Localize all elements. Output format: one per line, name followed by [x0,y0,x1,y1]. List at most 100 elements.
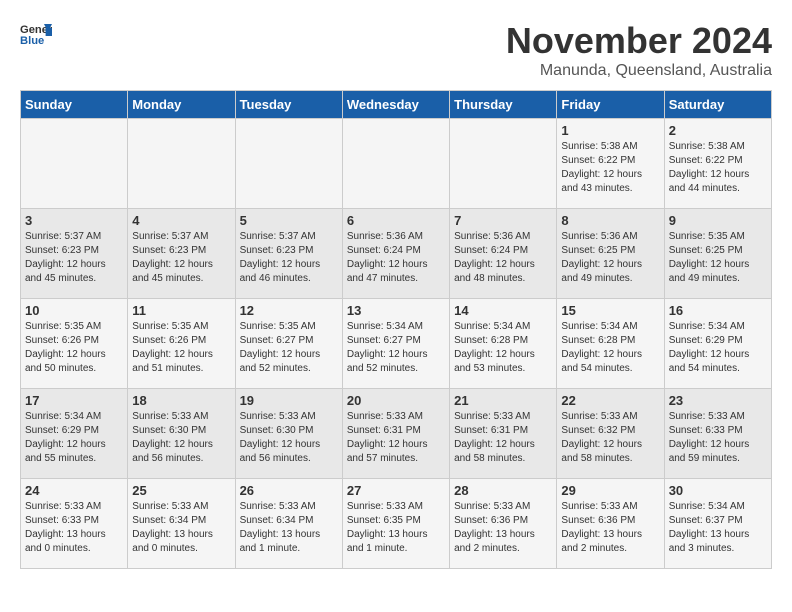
day-info: Sunrise: 5:38 AM Sunset: 6:22 PM Dayligh… [669,140,767,196]
day-info: Sunrise: 5:33 AM Sunset: 6:34 PM Dayligh… [132,500,230,556]
calendar-title-section: November 2024 Manunda, Queensland, Austr… [506,20,772,80]
calendar-day-cell: 9 Sunrise: 5:35 AM Sunset: 6:25 PM Daylig… [664,209,771,299]
calendar-day-cell: 29 Sunrise: 5:33 AM Sunset: 6:36 PM Dayli… [557,479,664,569]
calendar-day-cell: 19 Sunrise: 5:33 AM Sunset: 6:30 PM Dayli… [235,389,342,479]
calendar-day-cell: 22Sunrise: 5:33 AM Sunset: 6:32 PM Dayli… [557,389,664,479]
calendar-table: SundayMondayTuesdayWednesdayThursdayFrid… [20,90,772,569]
weekday-header-cell: Thursday [450,91,557,119]
calendar-day-cell: 15 Sunrise: 5:34 AM Sunset: 6:28 PM Dayli… [557,299,664,389]
day-info: Sunrise: 5:33 AM Sunset: 6:34 PM Dayligh… [240,500,338,556]
day-info: Sunrise: 5:37 AM Sunset: 6:23 PM Dayligh… [25,230,123,286]
weekday-header-cell: Sunday [21,91,128,119]
day-info: Sunrise: 5:34 AM Sunset: 6:29 PM Dayligh… [669,320,767,376]
day-number: 5 [240,213,338,228]
calendar-day-cell: 24 Sunrise: 5:33 AM Sunset: 6:33 PM Dayli… [21,479,128,569]
day-number: 4 [132,213,230,228]
day-number: 26 [240,483,338,498]
calendar-day-cell: 16Sunrise: 5:34 AM Sunset: 6:29 PM Dayli… [664,299,771,389]
day-info: Sunrise: 5:33 AM Sunset: 6:30 PM Dayligh… [132,410,230,466]
page-header: General Blue November 2024 Manunda, Quee… [20,20,772,80]
calendar-day-cell: 21 Sunrise: 5:33 AM Sunset: 6:31 PM Dayli… [450,389,557,479]
month-title: November 2024 [506,20,772,62]
day-number: 20 [347,393,445,408]
day-info: Sunrise: 5:37 AM Sunset: 6:23 PM Dayligh… [132,230,230,286]
calendar-day-cell: 28 Sunrise: 5:33 AM Sunset: 6:36 PM Dayli… [450,479,557,569]
calendar-day-cell: 14Sunrise: 5:34 AM Sunset: 6:28 PM Dayli… [450,299,557,389]
day-number: 22 [561,393,659,408]
calendar-day-cell: 7 Sunrise: 5:36 AM Sunset: 6:24 PM Daylig… [450,209,557,299]
day-number: 3 [25,213,123,228]
calendar-week-row: 17 Sunrise: 5:34 AM Sunset: 6:29 PM Dayli… [21,389,772,479]
day-info: Sunrise: 5:34 AM Sunset: 6:27 PM Dayligh… [347,320,445,376]
day-number: 25 [132,483,230,498]
calendar-day-cell: 3 Sunrise: 5:37 AM Sunset: 6:23 PM Daylig… [21,209,128,299]
calendar-day-cell: 5 Sunrise: 5:37 AM Sunset: 6:23 PM Daylig… [235,209,342,299]
calendar-day-cell [21,119,128,209]
day-number: 8 [561,213,659,228]
calendar-day-cell: 27 Sunrise: 5:33 AM Sunset: 6:35 PM Dayli… [342,479,449,569]
day-number: 13 [347,303,445,318]
day-number: 29 [561,483,659,498]
calendar-day-cell: 13 Sunrise: 5:34 AM Sunset: 6:27 PM Dayli… [342,299,449,389]
calendar-day-cell [128,119,235,209]
logo-icon: General Blue [20,20,52,48]
day-info: Sunrise: 5:33 AM Sunset: 6:31 PM Dayligh… [454,410,552,466]
calendar-day-cell: 8 Sunrise: 5:36 AM Sunset: 6:25 PM Daylig… [557,209,664,299]
day-info: Sunrise: 5:34 AM Sunset: 6:37 PM Dayligh… [669,500,767,556]
weekday-header-cell: Tuesday [235,91,342,119]
calendar-day-cell: 1 Sunrise: 5:38 AM Sunset: 6:22 PM Daylig… [557,119,664,209]
day-number: 12 [240,303,338,318]
day-info: Sunrise: 5:34 AM Sunset: 6:29 PM Dayligh… [25,410,123,466]
calendar-day-cell: 30Sunrise: 5:34 AM Sunset: 6:37 PM Dayli… [664,479,771,569]
calendar-day-cell: 2 Sunrise: 5:38 AM Sunset: 6:22 PM Daylig… [664,119,771,209]
day-number: 21 [454,393,552,408]
day-info: Sunrise: 5:33 AM Sunset: 6:33 PM Dayligh… [25,500,123,556]
calendar-day-cell: 12Sunrise: 5:35 AM Sunset: 6:27 PM Dayli… [235,299,342,389]
logo: General Blue [20,20,52,48]
calendar-day-cell: 11Sunrise: 5:35 AM Sunset: 6:26 PM Dayli… [128,299,235,389]
day-info: Sunrise: 5:35 AM Sunset: 6:26 PM Dayligh… [132,320,230,376]
calendar-day-cell: 26 Sunrise: 5:33 AM Sunset: 6:34 PM Dayli… [235,479,342,569]
calendar-day-cell: 10Sunrise: 5:35 AM Sunset: 6:26 PM Dayli… [21,299,128,389]
calendar-day-cell: 20 Sunrise: 5:33 AM Sunset: 6:31 PM Dayli… [342,389,449,479]
day-info: Sunrise: 5:33 AM Sunset: 6:31 PM Dayligh… [347,410,445,466]
day-info: Sunrise: 5:35 AM Sunset: 6:25 PM Dayligh… [669,230,767,286]
day-number: 2 [669,123,767,138]
day-info: Sunrise: 5:34 AM Sunset: 6:28 PM Dayligh… [561,320,659,376]
calendar-day-cell: 4 Sunrise: 5:37 AM Sunset: 6:23 PM Daylig… [128,209,235,299]
day-number: 15 [561,303,659,318]
calendar-day-cell: 6Sunrise: 5:36 AM Sunset: 6:24 PM Daylig… [342,209,449,299]
day-info: Sunrise: 5:33 AM Sunset: 6:30 PM Dayligh… [240,410,338,466]
calendar-day-cell: 18Sunrise: 5:33 AM Sunset: 6:30 PM Dayli… [128,389,235,479]
day-number: 28 [454,483,552,498]
weekday-header-row: SundayMondayTuesdayWednesdayThursdayFrid… [21,91,772,119]
day-number: 19 [240,393,338,408]
calendar-day-cell: 25 Sunrise: 5:33 AM Sunset: 6:34 PM Dayli… [128,479,235,569]
day-number: 27 [347,483,445,498]
calendar-day-cell: 23 Sunrise: 5:33 AM Sunset: 6:33 PM Dayli… [664,389,771,479]
day-info: Sunrise: 5:36 AM Sunset: 6:24 PM Dayligh… [454,230,552,286]
day-info: Sunrise: 5:37 AM Sunset: 6:23 PM Dayligh… [240,230,338,286]
weekday-header-cell: Friday [557,91,664,119]
calendar-week-row: 3 Sunrise: 5:37 AM Sunset: 6:23 PM Daylig… [21,209,772,299]
weekday-header-cell: Wednesday [342,91,449,119]
day-number: 1 [561,123,659,138]
svg-text:Blue: Blue [20,35,44,47]
calendar-day-cell [342,119,449,209]
day-info: Sunrise: 5:33 AM Sunset: 6:36 PM Dayligh… [454,500,552,556]
day-number: 7 [454,213,552,228]
day-info: Sunrise: 5:33 AM Sunset: 6:33 PM Dayligh… [669,410,767,466]
day-info: Sunrise: 5:36 AM Sunset: 6:25 PM Dayligh… [561,230,659,286]
day-number: 17 [25,393,123,408]
day-info: Sunrise: 5:33 AM Sunset: 6:35 PM Dayligh… [347,500,445,556]
calendar-day-cell [235,119,342,209]
day-number: 24 [25,483,123,498]
day-number: 6 [347,213,445,228]
calendar-day-cell: 17 Sunrise: 5:34 AM Sunset: 6:29 PM Dayli… [21,389,128,479]
day-info: Sunrise: 5:33 AM Sunset: 6:36 PM Dayligh… [561,500,659,556]
calendar-day-cell [450,119,557,209]
day-info: Sunrise: 5:38 AM Sunset: 6:22 PM Dayligh… [561,140,659,196]
day-number: 23 [669,393,767,408]
day-number: 9 [669,213,767,228]
day-info: Sunrise: 5:35 AM Sunset: 6:26 PM Dayligh… [25,320,123,376]
